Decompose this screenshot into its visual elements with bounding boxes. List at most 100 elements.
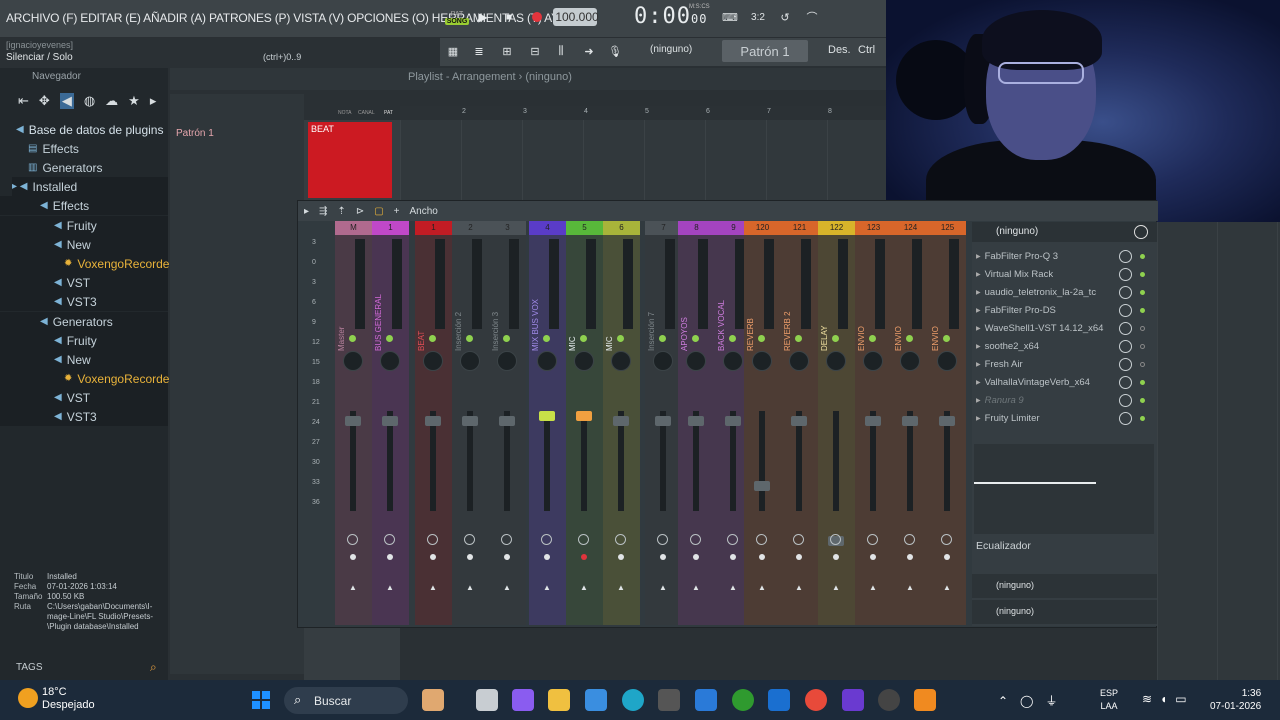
fader-cap[interactable] (613, 416, 629, 426)
next-icon[interactable]: ▸ (150, 93, 157, 109)
mixer-strip[interactable]: 1 BEAT ▲ (415, 221, 452, 625)
slot-arrow-icon[interactable]: ▶ (976, 325, 981, 332)
output-select[interactable]: (ninguno) (972, 574, 1157, 598)
slot-arrow-icon[interactable]: ▶ (976, 397, 981, 404)
chrome-icon[interactable] (805, 689, 827, 711)
tree-item[interactable]: ◀ Fruity (0, 216, 168, 235)
slot-enable-led[interactable] (1140, 362, 1145, 367)
fx-slot[interactable]: ▶ FabFilter Pro-Q 3 (976, 248, 1152, 264)
mute-led[interactable] (429, 335, 436, 342)
pan-knob[interactable] (574, 351, 594, 371)
mute-led[interactable] (832, 335, 839, 342)
mute-led[interactable] (906, 335, 913, 342)
volume-fader[interactable] (350, 411, 356, 511)
route-icon[interactable] (830, 534, 841, 545)
volume-fader[interactable] (693, 411, 699, 511)
slot-arrow-icon[interactable]: ▶ (976, 361, 981, 368)
fader-cap[interactable] (499, 416, 515, 426)
route-icon[interactable] (501, 534, 512, 545)
route-icon[interactable] (904, 534, 915, 545)
tree-item[interactable]: ◀ VST (0, 273, 168, 292)
send-arrow-icon[interactable]: ▲ (503, 583, 511, 592)
mute-led[interactable] (386, 335, 393, 342)
pan-knob[interactable] (900, 351, 920, 371)
pan-knob[interactable] (723, 351, 743, 371)
send-arrow-icon[interactable]: ▲ (617, 583, 625, 592)
fx-slot[interactable]: ▶ uaudio_teletronix_la-2a_tc (976, 284, 1152, 300)
app-icon[interactable] (658, 689, 680, 711)
mute-led[interactable] (543, 335, 550, 342)
record-arm-dot[interactable] (907, 554, 913, 560)
record-arm-dot[interactable] (618, 554, 624, 560)
cloud-icon[interactable]: ☁ (105, 93, 118, 109)
microphone-icon[interactable]: 🎙 (606, 42, 624, 60)
pan-knob[interactable] (937, 351, 957, 371)
pan-knob[interactable] (537, 351, 557, 371)
fader-cap[interactable] (939, 416, 955, 426)
fader-cap[interactable] (462, 416, 478, 426)
plugin-picker-icon[interactable]: ⫼ (552, 42, 570, 60)
mixer-strip[interactable]: 5 MIC ▲ (566, 221, 603, 625)
mixer-strip[interactable]: 2 Inserción 2 ▲ (452, 221, 489, 625)
pan-knob[interactable] (497, 351, 517, 371)
route-icon[interactable] (793, 534, 804, 545)
affinity-icon[interactable] (842, 689, 864, 711)
mute-led[interactable] (795, 335, 802, 342)
mixer-strip[interactable]: 123 ENVIO ▲ (855, 221, 892, 625)
slot-enable-led[interactable] (1140, 380, 1145, 385)
send-arrow-icon[interactable]: ▲ (795, 583, 803, 592)
send-arrow-icon[interactable]: ▲ (429, 583, 437, 592)
record-arm-dot[interactable] (430, 554, 436, 560)
fx-slot[interactable]: ▶ Virtual Mix Rack (976, 266, 1152, 282)
record-arm-dot[interactable] (660, 554, 666, 560)
fader-cap[interactable] (754, 481, 770, 491)
volume-fader[interactable] (387, 411, 393, 511)
main-menu[interactable]: ARCHIVO (F) EDITAR (E) AÑADIR (A) PATRON… (6, 11, 584, 25)
send-arrow-icon[interactable]: ▲ (758, 583, 766, 592)
pan-knob[interactable] (380, 351, 400, 371)
mixer-strip[interactable]: 8 APOYOS ▲ (678, 221, 715, 625)
slot-arrow-icon[interactable]: ▶ (976, 379, 981, 386)
slot-enable-led[interactable] (1140, 254, 1145, 259)
slot-mix-knob[interactable] (1119, 358, 1132, 371)
mixer-strip[interactable]: 7 Inserción 7 ▲ (645, 221, 682, 625)
fx-slot[interactable]: ▶ FabFilter Pro-DS (976, 302, 1152, 318)
eq-graph[interactable] (974, 444, 1154, 534)
send-arrow-icon[interactable]: ▲ (543, 583, 551, 592)
mute-led[interactable] (580, 335, 587, 342)
mute-led[interactable] (617, 335, 624, 342)
volume-fader[interactable] (833, 411, 839, 511)
route-icon[interactable] (941, 534, 952, 545)
slot-arrow-icon[interactable]: ▶ (976, 289, 981, 296)
fx-slot[interactable]: ▶ WaveShell1-VST 14.12_x64 (976, 320, 1152, 336)
tree-root[interactable]: ◀ Base de datos de plugins (16, 120, 163, 139)
tree-item[interactable]: ◀ Generators (0, 312, 168, 331)
record-arm-dot[interactable] (544, 554, 550, 560)
arrow-icon[interactable]: ➜ (580, 42, 598, 60)
mixer-strip[interactable]: 1 BUS GENERAL ▲ (372, 221, 409, 625)
store-icon[interactable] (585, 689, 607, 711)
mixer-strip[interactable]: 6 MIC ▲ (603, 221, 640, 625)
mixer-strip[interactable]: 120 REVERB ▲ (744, 221, 781, 625)
mute-led[interactable] (943, 335, 950, 342)
route-icon[interactable] (541, 534, 552, 545)
pan-knob[interactable] (460, 351, 480, 371)
fader-cap[interactable] (382, 416, 398, 426)
volume-fader[interactable] (504, 411, 510, 511)
fx-input-select[interactable]: (ninguno) (972, 222, 1157, 242)
volume-fader[interactable] (870, 411, 876, 511)
send-arrow-icon[interactable]: ▲ (386, 583, 394, 592)
volume-fader[interactable] (796, 411, 802, 511)
vscode-icon[interactable] (695, 689, 717, 711)
tree-item[interactable]: ✹ VoxengoRecorder (0, 254, 173, 273)
volume-fader[interactable] (467, 411, 473, 511)
mute-led[interactable] (692, 335, 699, 342)
mixer-strip[interactable]: 124 ENVIO ▲ (892, 221, 929, 625)
loop-record-icon[interactable]: ↺ (775, 8, 795, 26)
fader-cap[interactable] (655, 416, 671, 426)
ctrl-button[interactable]: Ctrl (858, 44, 875, 56)
mute-led[interactable] (869, 335, 876, 342)
volume-fader[interactable] (618, 411, 624, 511)
send-arrow-icon[interactable]: ▲ (729, 583, 737, 592)
send-arrow-icon[interactable]: ▲ (580, 583, 588, 592)
